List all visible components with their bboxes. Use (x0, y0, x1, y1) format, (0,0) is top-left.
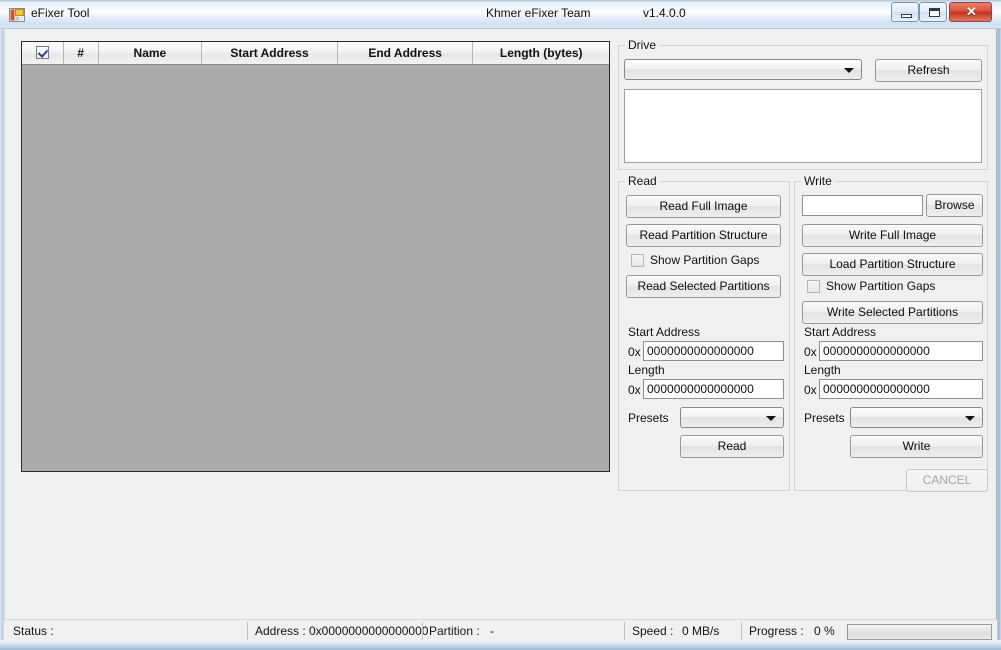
version-label: v1.4.0.0 (643, 6, 686, 20)
chevron-down-icon (766, 415, 776, 421)
chevron-down-icon (965, 415, 975, 421)
read-length-prefix: 0x (628, 383, 641, 397)
read-length-input[interactable]: 0000000000000000 (643, 379, 784, 399)
write-presets-combobox[interactable] (850, 407, 983, 428)
read-start-address-label: Start Address (628, 325, 701, 339)
read-presets-combobox[interactable] (680, 407, 784, 428)
minimize-button[interactable] (891, 2, 919, 22)
speed-label: Speed : (632, 624, 674, 638)
status-separator-1 (247, 622, 248, 640)
status-label: Status : (13, 624, 54, 638)
read-group-title: Read (625, 174, 660, 188)
write-selected-partitions-button[interactable]: Write Selected Partitions (802, 301, 983, 324)
read-start-address-input[interactable]: 0000000000000000 (643, 341, 784, 361)
read-full-image-button[interactable]: Read Full Image (626, 195, 781, 218)
write-group: Write Browse Write Full Image Load Parti… (794, 174, 988, 491)
partition-grid[interactable]: # Name Start Address End Address Length … (21, 41, 610, 472)
drive-info-panel[interactable] (624, 89, 982, 163)
application-window: eFixer Tool Khmer eFixer Team v1.4.0.0 ✕… (0, 0, 1001, 650)
select-all-checkbox[interactable] (35, 46, 49, 59)
drive-group: Drive Refresh (618, 38, 988, 170)
write-full-image-button[interactable]: Write Full Image (802, 224, 983, 247)
column-header-start-address[interactable]: Start Address (202, 42, 338, 64)
write-presets-label: Presets (804, 411, 845, 425)
maximize-icon (929, 8, 940, 17)
read-partition-structure-button[interactable]: Read Partition Structure (626, 224, 781, 247)
write-start-address-input[interactable]: 0000000000000000 (819, 341, 983, 361)
write-show-partition-gaps-checkbox[interactable] (807, 280, 820, 293)
drive-combobox[interactable] (624, 59, 862, 80)
column-header-length[interactable]: Length (bytes) (473, 42, 609, 64)
write-length-label: Length (804, 363, 841, 377)
maximize-button[interactable] (919, 2, 947, 22)
partition-value: - (490, 624, 494, 638)
column-header-index[interactable]: # (64, 42, 99, 64)
client-area: # Name Start Address End Address Length … (4, 29, 997, 642)
read-selected-partitions-button[interactable]: Read Selected Partitions (626, 275, 781, 298)
read-start-address-prefix: 0x (628, 345, 641, 359)
progress-label: Progress : (749, 624, 804, 638)
address-label: Address : (255, 624, 306, 638)
write-start-address-prefix: 0x (804, 345, 817, 359)
read-button[interactable]: Read (680, 435, 784, 458)
status-separator-3 (624, 622, 625, 640)
close-button[interactable]: ✕ (949, 2, 992, 22)
write-button[interactable]: Write (850, 435, 983, 458)
partition-label: Partition : (429, 624, 480, 638)
write-length-prefix: 0x (804, 383, 817, 397)
speed-value: 0 MB/s (682, 624, 720, 638)
status-separator-4 (741, 622, 742, 640)
close-icon: ✕ (966, 4, 977, 19)
refresh-button[interactable]: Refresh (875, 59, 982, 82)
application-icon (9, 8, 25, 22)
team-label: Khmer eFixer Team (486, 6, 591, 20)
progress-bar (847, 624, 992, 640)
write-start-address-label: Start Address (804, 325, 877, 339)
load-partition-structure-button[interactable]: Load Partition Structure (802, 253, 983, 276)
write-length-input[interactable]: 0000000000000000 (819, 379, 983, 399)
cancel-button[interactable]: CANCEL (906, 469, 988, 492)
partition-grid-body[interactable] (22, 65, 609, 471)
read-length-label: Length (628, 363, 665, 377)
column-header-end-address[interactable]: End Address (338, 42, 474, 64)
read-presets-label: Presets (628, 411, 669, 425)
window-title: eFixer Tool (31, 6, 90, 20)
status-bar: Status : Address : 0x0000000000000000 Pa… (4, 619, 997, 642)
title-bar[interactable]: eFixer Tool Khmer eFixer Team v1.4.0.0 ✕ (0, 0, 1001, 29)
read-show-partition-gaps-label[interactable]: Show Partition Gaps (650, 253, 759, 267)
chevron-down-icon (844, 67, 854, 73)
column-header-name[interactable]: Name (99, 42, 203, 64)
read-show-partition-gaps-checkbox[interactable] (631, 254, 644, 267)
partition-grid-header: # Name Start Address End Address Length … (22, 42, 609, 65)
read-group: Read Read Full Image Read Partition Stru… (618, 174, 790, 491)
column-header-select[interactable] (22, 42, 64, 64)
drive-group-title: Drive (625, 38, 660, 52)
minimize-icon (901, 14, 912, 18)
write-file-path-input[interactable] (802, 195, 923, 216)
status-separator-2 (422, 622, 423, 640)
progress-value: 0 % (814, 624, 835, 638)
write-group-title: Write (801, 174, 835, 188)
write-show-partition-gaps-label[interactable]: Show Partition Gaps (826, 279, 935, 293)
address-value: 0x0000000000000000 (309, 624, 429, 638)
browse-button[interactable]: Browse (926, 194, 983, 217)
